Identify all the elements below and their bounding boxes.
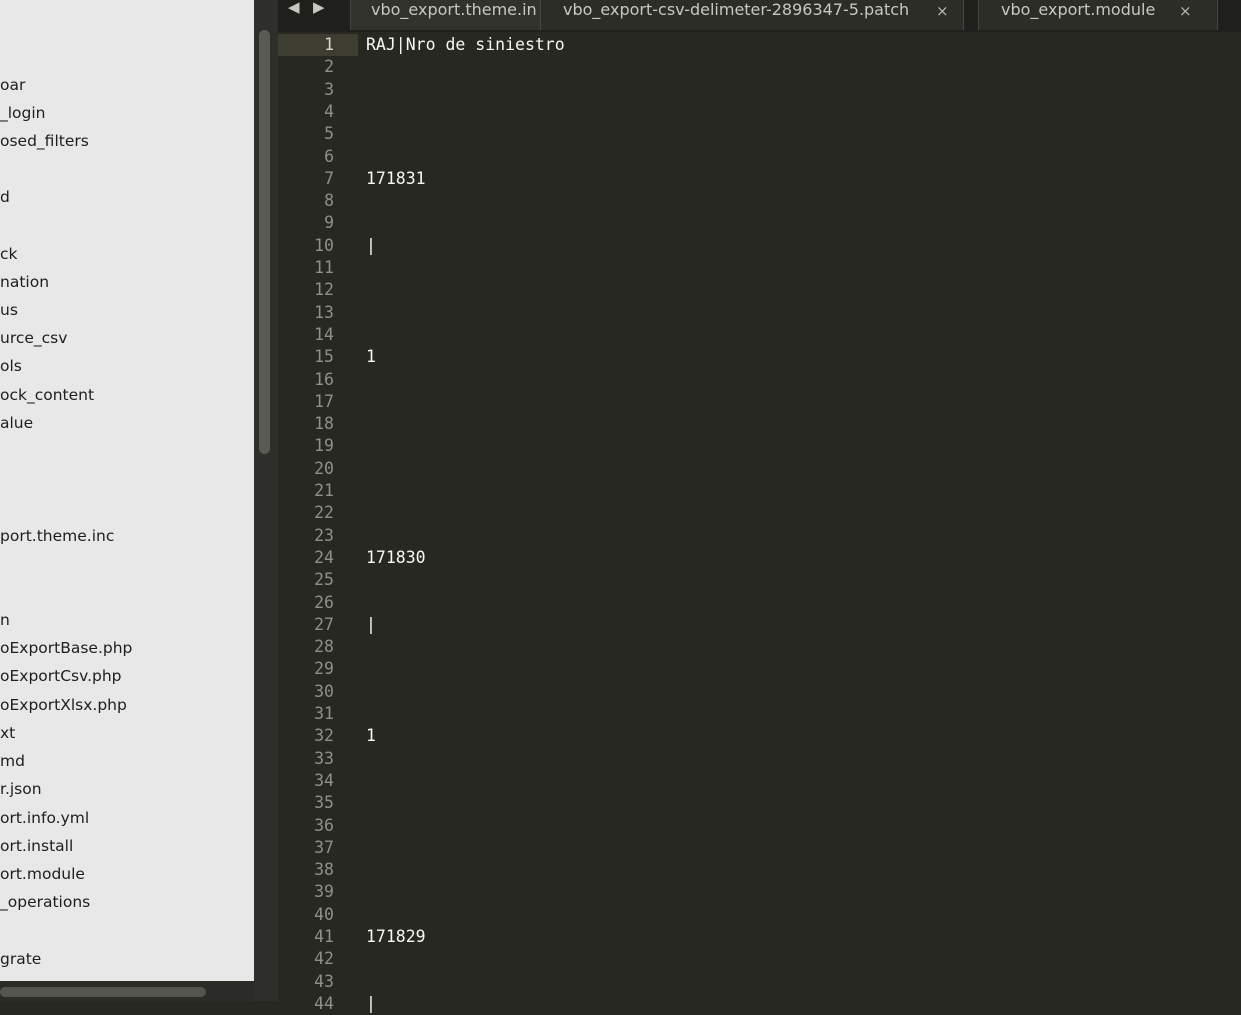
line-number: 32	[314, 726, 334, 745]
line-number: 36	[314, 816, 334, 835]
line-number: 44	[314, 994, 334, 1013]
line-number: 19	[314, 436, 334, 455]
sidebar-vertical-scrollbar-thumb[interactable]	[259, 30, 270, 454]
line-number: 42	[314, 949, 334, 968]
line-number: 4	[324, 102, 334, 121]
line-number: 24	[314, 548, 334, 567]
file-tree-item[interactable]: _operations	[0, 892, 90, 912]
file-tree-sidebar: oar _login osed_filters d ck nation us u…	[0, 0, 254, 981]
line-number: 14	[314, 325, 334, 344]
line-number: 13	[314, 303, 334, 322]
file-tree-item[interactable]: alue	[0, 413, 33, 433]
file-tree-item[interactable]: ock_content	[0, 385, 94, 405]
line-number: 25	[314, 570, 334, 589]
tab-label: vbo_export.theme.in	[371, 0, 537, 19]
file-tree-item[interactable]: oExportXlsx.php	[0, 695, 127, 715]
file-tree-item[interactable]: ck	[0, 244, 18, 264]
line-number: 26	[314, 593, 334, 612]
file-tree-item[interactable]: n	[0, 610, 10, 630]
line-number: 30	[314, 682, 334, 701]
file-tree-item[interactable]: ort.module	[0, 864, 85, 884]
line-number: 7	[324, 169, 334, 188]
line-number: 6	[324, 147, 334, 166]
tab-vbo-export-module[interactable]: vbo_export.module ×	[978, 0, 1218, 30]
line-number: 20	[314, 459, 334, 478]
file-tree-item[interactable]: md	[0, 751, 25, 771]
file-tree-item[interactable]: ort.install	[0, 836, 73, 856]
line-number: 8	[324, 191, 334, 210]
line-number: 40	[314, 905, 334, 924]
file-tree-item[interactable]: oExportCsv.php	[0, 666, 122, 686]
file-tree-item[interactable]: oExportBase.php	[0, 638, 132, 658]
file-tree-item[interactable]: grate	[0, 949, 41, 969]
code-editor[interactable]: 1 2 3 4 5 6 7 8 9 10 11 12 13 14 15 16 17 18 19 20 21 22 23 24 2…	[278, 32, 1241, 1013]
line-number: 18	[314, 414, 334, 433]
line-number: 37	[314, 838, 334, 857]
line-number: 5	[324, 124, 334, 143]
line-number: 35	[314, 793, 334, 812]
file-tree-item[interactable]: ols	[0, 356, 22, 376]
line-number: 15	[314, 347, 334, 366]
line-number: 16	[314, 370, 334, 389]
file-tree-item[interactable]: oar	[0, 75, 25, 95]
tab-bar: ◀ ▶ vbo_export.theme.in vbo_export-csv-d…	[278, 0, 1241, 32]
file-tree-item[interactable]: nation	[0, 272, 49, 292]
line-number: 29	[314, 659, 334, 678]
code-line[interactable]: 171831	[366, 168, 426, 190]
close-icon[interactable]: ×	[936, 1, 949, 21]
file-tree-item[interactable]: r.json	[0, 779, 42, 799]
file-tree-item[interactable]: ort.info.yml	[0, 808, 89, 828]
code-line[interactable]: |	[366, 614, 376, 636]
line-number: 28	[314, 637, 334, 656]
line-number: 11	[314, 258, 334, 277]
line-number: 17	[314, 392, 334, 411]
sidebar-horizontal-scrollbar-thumb[interactable]	[0, 987, 206, 997]
code-line[interactable]: RAJ|Nro de siniestro	[366, 34, 565, 56]
line-number: 23	[314, 526, 334, 545]
tab-vbo-export-theme-inc[interactable]: vbo_export.theme.in	[350, 0, 550, 30]
previous-tab-icon[interactable]: ◀	[288, 0, 300, 16]
line-number: 22	[314, 503, 334, 522]
file-tree-item[interactable]: urce_csv	[0, 328, 67, 348]
tab-label: vbo_export-csv-delimeter-2896347-5.patch	[563, 0, 910, 19]
code-line[interactable]: 1	[366, 725, 376, 747]
file-tree-item[interactable]: us	[0, 300, 18, 320]
file-tree-item[interactable]: port.theme.inc	[0, 526, 114, 546]
file-tree-item[interactable]: xt	[0, 723, 15, 743]
tab-label: vbo_export.module	[1001, 0, 1156, 19]
code-line[interactable]: |	[366, 993, 376, 1015]
file-tree-item[interactable]: osed_filters	[0, 131, 89, 151]
line-number: 21	[314, 481, 334, 500]
code-line[interactable]: 171830	[366, 547, 426, 569]
close-icon[interactable]: ×	[1179, 1, 1192, 21]
code-line[interactable]: |	[366, 235, 376, 257]
code-line[interactable]: 171829	[366, 926, 426, 948]
file-tree-item[interactable]: d	[0, 187, 10, 207]
line-number: 27	[314, 615, 334, 634]
line-number: 33	[314, 749, 334, 768]
line-number: 12	[314, 280, 334, 299]
file-tree-item[interactable]: _login	[0, 103, 46, 123]
next-tab-icon[interactable]: ▶	[313, 0, 325, 16]
line-number: 38	[314, 860, 334, 879]
line-number: 2	[324, 57, 334, 76]
line-number: 10	[314, 236, 334, 255]
line-number: 1	[324, 35, 334, 54]
line-number: 43	[314, 972, 334, 991]
line-number: 39	[314, 882, 334, 901]
code-line[interactable]: 1	[366, 346, 376, 368]
line-number: 31	[314, 704, 334, 723]
line-number: 3	[324, 80, 334, 99]
line-number: 41	[314, 927, 334, 946]
line-number: 34	[314, 771, 334, 790]
line-number: 9	[324, 213, 334, 232]
tab-vbo-export-csv-delimeter-patch[interactable]: vbo_export-csv-delimeter-2896347-5.patch…	[540, 0, 964, 30]
